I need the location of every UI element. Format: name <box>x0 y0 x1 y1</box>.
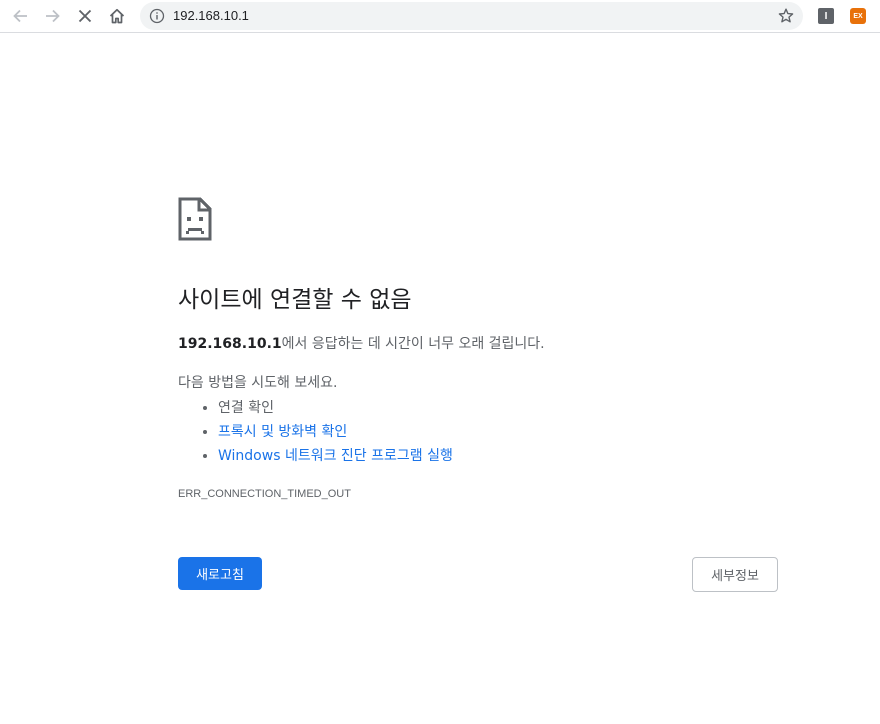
details-button[interactable]: 세부정보 <box>692 557 778 592</box>
info-icon[interactable] <box>149 8 165 28</box>
host-name: 192.168.10.1 <box>178 336 282 352</box>
browser-toolbar: 192.168.10.1 I EX <box>0 0 880 33</box>
sad-page-icon <box>178 197 212 245</box>
suggestion-proxy-firewall: 프록시 및 방화벽 확인 <box>218 420 453 444</box>
stop-loading-icon[interactable] <box>73 4 97 28</box>
error-description-text: 에서 응답하는 데 시간이 너무 오래 걸립니다. <box>281 336 545 352</box>
page-title: 사이트에 연결할 수 없음 <box>178 287 412 313</box>
suggestions-heading: 다음 방법을 시도해 보세요. <box>178 375 338 391</box>
back-arrow-icon[interactable] <box>8 4 32 28</box>
extension-ex-icon[interactable]: EX <box>850 8 866 24</box>
network-diagnostics-link[interactable]: Windows 네트워크 진단 프로그램 실행 <box>218 448 453 464</box>
error-code: ERR_CONNECTION_TIMED_OUT <box>178 488 351 500</box>
forward-arrow-icon[interactable] <box>41 4 65 28</box>
url-text[interactable]: 192.168.10.1 <box>173 8 249 24</box>
suggestions-list: 연결 확인 프록시 및 방화벽 확인 Windows 네트워크 진단 프로그램 … <box>178 396 453 468</box>
suggestion-check-connection: 연결 확인 <box>218 396 453 420</box>
extension-icon[interactable]: I <box>818 8 834 24</box>
proxy-firewall-link[interactable]: 프록시 및 방화벽 확인 <box>218 424 347 440</box>
error-description: 192.168.10.1에서 응답하는 데 시간이 너무 오래 걸립니다. <box>178 334 545 354</box>
reload-button[interactable]: 새로고침 <box>178 557 262 590</box>
home-icon[interactable] <box>105 4 129 28</box>
address-bar[interactable]: 192.168.10.1 <box>140 2 803 30</box>
bookmark-star-icon[interactable] <box>777 7 795 29</box>
suggestion-network-diagnostics: Windows 네트워크 진단 프로그램 실행 <box>218 444 453 468</box>
